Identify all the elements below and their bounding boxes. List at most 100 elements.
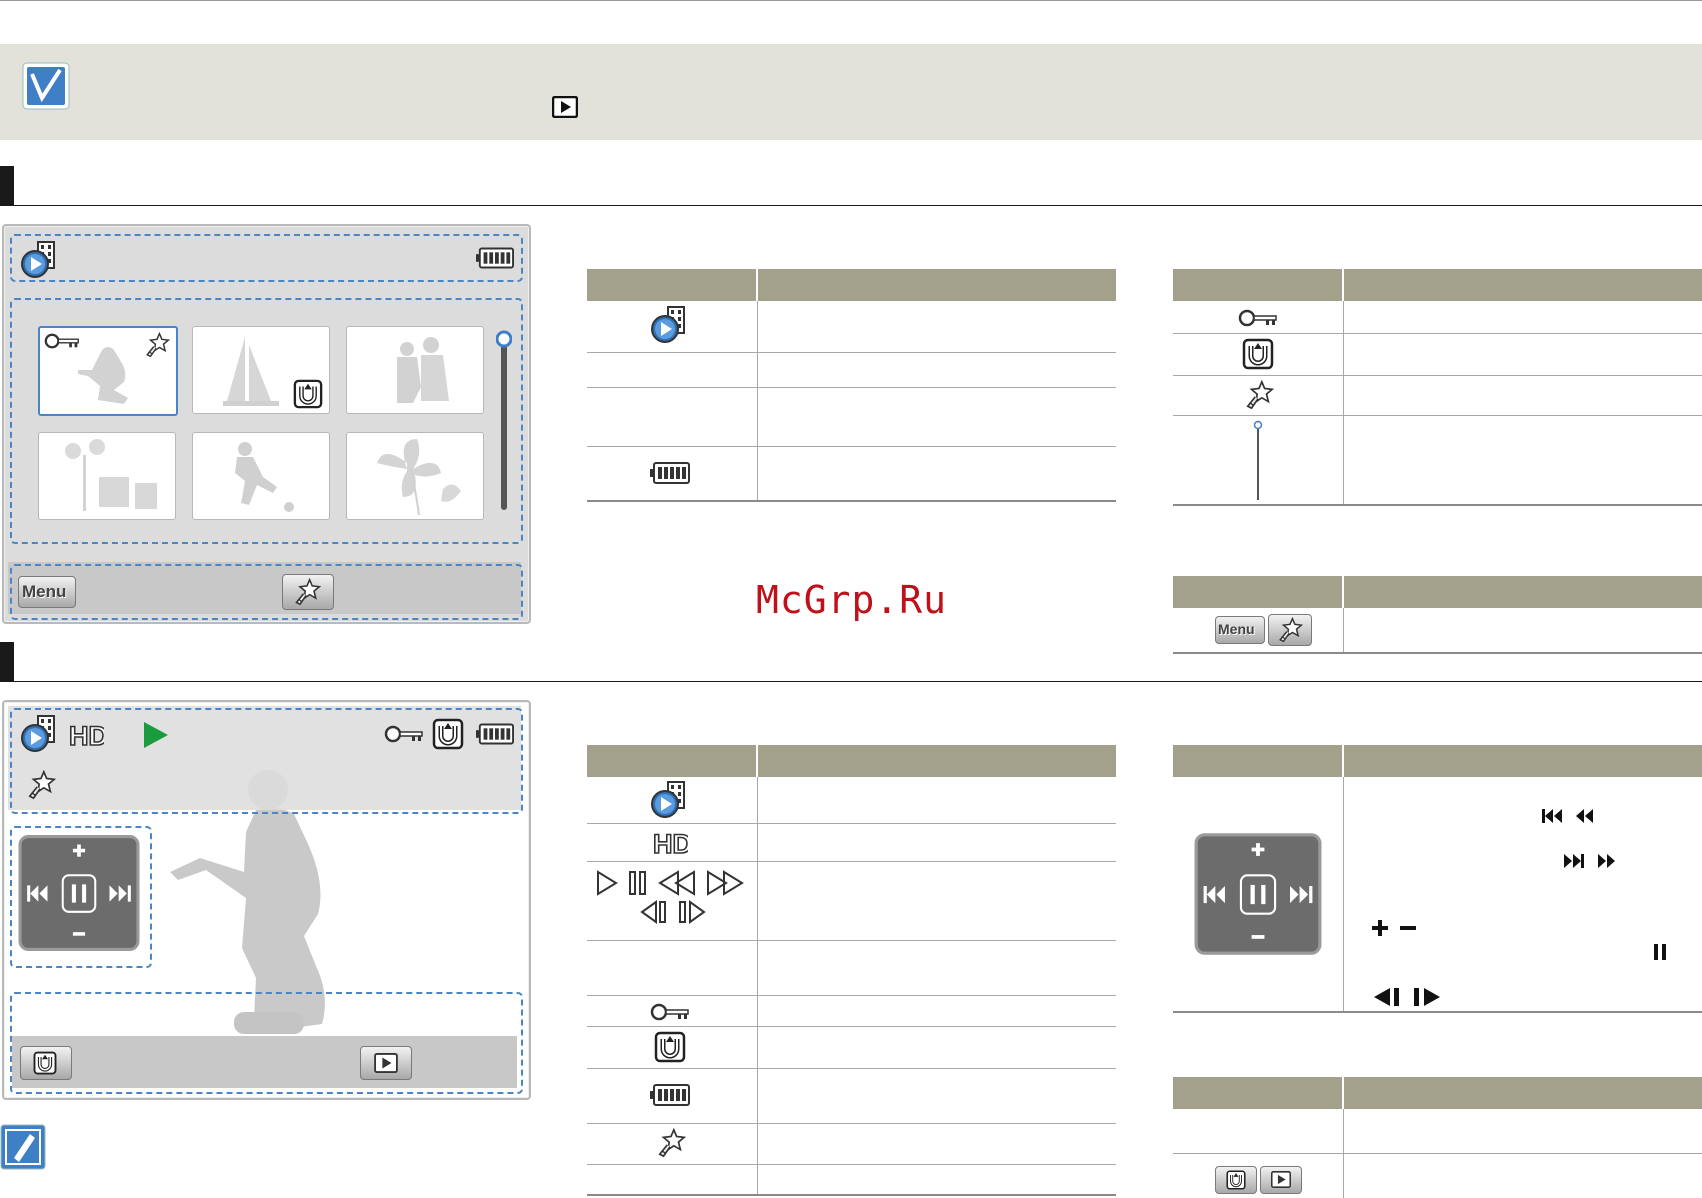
playback-button-icon	[1260, 1166, 1302, 1194]
watermark-text: McGrp.Ru	[756, 578, 948, 622]
menu-button-label: Menu	[1218, 621, 1255, 637]
battery-icon	[476, 246, 514, 270]
thumbnail-flower-image	[377, 439, 461, 516]
table-4-divider	[757, 777, 758, 1195]
table-1-header	[587, 269, 1116, 301]
protect-key-icon	[384, 724, 424, 744]
bottom-button-area	[10, 564, 523, 620]
playback-button-icon	[374, 1053, 398, 1073]
protect-key-icon	[1238, 308, 1278, 328]
thumbnail-5[interactable]	[192, 432, 330, 520]
smart-auto-icon	[293, 578, 321, 606]
battery-icon	[650, 460, 690, 486]
playback-status-icons	[597, 870, 744, 924]
table-4-row-line	[587, 1026, 1116, 1027]
smart-auto-icon	[1244, 380, 1274, 410]
protect-key-icon	[44, 332, 80, 350]
smart-auto-button-icon	[1268, 614, 1312, 646]
table-4-row-line	[587, 1123, 1116, 1124]
smart-auto-icon	[26, 770, 56, 800]
table-5-end-line	[1173, 1011, 1702, 1013]
protect-key-icon	[650, 1002, 690, 1022]
hd-quality-icon	[652, 826, 688, 858]
smart-auto-icon	[656, 1128, 686, 1158]
thumbnail-3[interactable]	[346, 326, 484, 414]
scroll-bar[interactable]	[496, 330, 512, 512]
thumbnail-4[interactable]	[38, 432, 176, 520]
table-4-row-line	[587, 823, 1116, 824]
playback-control-pad[interactable]	[18, 834, 140, 952]
table-6-row-line	[1173, 1153, 1702, 1154]
table-2-end-line	[1173, 504, 1702, 506]
table-1-row-line	[587, 352, 1116, 353]
table-4-row-line	[587, 1164, 1116, 1165]
smart-auto-icon	[1277, 617, 1303, 643]
smart-auto-button[interactable]	[282, 574, 334, 610]
table-4-row-line	[587, 861, 1116, 862]
table-1-end-line	[587, 500, 1116, 502]
table-2-row-line	[1173, 333, 1702, 334]
table-2-header	[1173, 269, 1702, 301]
table-3-header	[1173, 576, 1702, 608]
checkmark-icon	[22, 62, 70, 110]
table-4-row-line	[587, 1068, 1116, 1069]
skip-forward-ff-icons	[1564, 854, 1615, 868]
playback-control-pad-icon	[1194, 832, 1322, 956]
thumbnail-6[interactable]	[346, 432, 484, 520]
thumbnail-view-screen: Menu	[2, 224, 531, 624]
table-1-row-line	[587, 446, 1116, 447]
top-status-area	[10, 234, 523, 282]
table-5-divider	[1343, 777, 1344, 1011]
section-marker-2	[0, 642, 14, 682]
table-2-divider	[1343, 301, 1344, 505]
section-rule-2	[14, 681, 1702, 682]
table-4-row-line	[587, 940, 1116, 941]
story-board-button-icon	[1215, 1166, 1257, 1194]
story-board-icon	[654, 1031, 686, 1063]
playback-mode-icon	[650, 780, 690, 820]
story-board-icon	[33, 1051, 57, 1075]
thumbnail-1[interactable]	[38, 326, 178, 416]
thumbnail-cafe-image	[65, 439, 157, 511]
thumbnail-soccer-image	[235, 442, 294, 512]
play-status-icon	[144, 722, 168, 748]
table-1-row-line	[587, 387, 1116, 388]
top-rule	[0, 0, 1702, 1]
playback-mode-icon	[20, 714, 60, 754]
section-rule-1	[14, 205, 1702, 206]
menu-button-icon: Menu	[1215, 616, 1265, 644]
table-4-end-line	[587, 1194, 1116, 1196]
story-board-icon	[432, 718, 464, 750]
skip-back-rewind-icons	[1542, 809, 1593, 823]
playback-button-icon	[552, 96, 578, 118]
mode-banner	[0, 44, 1702, 140]
table-4-row-line	[587, 995, 1116, 996]
pause-icon	[1654, 944, 1666, 960]
thumbnail-couple-image	[397, 337, 449, 403]
playback-button-icon-glyph	[1271, 1171, 1291, 1188]
table-2-row-line	[1173, 375, 1702, 376]
plus-minus-icons	[1372, 920, 1416, 936]
playback-mode-icon	[20, 240, 60, 280]
table-2-row-line	[1173, 415, 1702, 416]
table-5-header	[1173, 745, 1702, 777]
movie-playback-screen: HD	[2, 700, 531, 1100]
thumbnail-2[interactable]	[192, 326, 330, 414]
bottom-button-bar	[12, 1036, 517, 1088]
story-board-icon	[293, 379, 323, 409]
story-board-button[interactable]	[20, 1046, 72, 1080]
playback-button[interactable]	[360, 1046, 412, 1080]
smart-auto-icon	[144, 332, 170, 358]
table-1-divider	[757, 301, 758, 501]
table-3-end-line	[1173, 652, 1702, 654]
battery-icon	[650, 1082, 690, 1108]
story-board-icon	[1226, 1170, 1246, 1190]
menu-button[interactable]: Menu	[18, 576, 76, 608]
story-board-icon	[1242, 338, 1274, 370]
table-3-divider	[1343, 608, 1344, 652]
table-6-header	[1173, 1077, 1702, 1109]
menu-button-label: Menu	[22, 582, 67, 601]
battery-icon	[476, 722, 514, 746]
table-4-header	[587, 745, 1116, 777]
frame-step-icons	[1374, 988, 1440, 1006]
